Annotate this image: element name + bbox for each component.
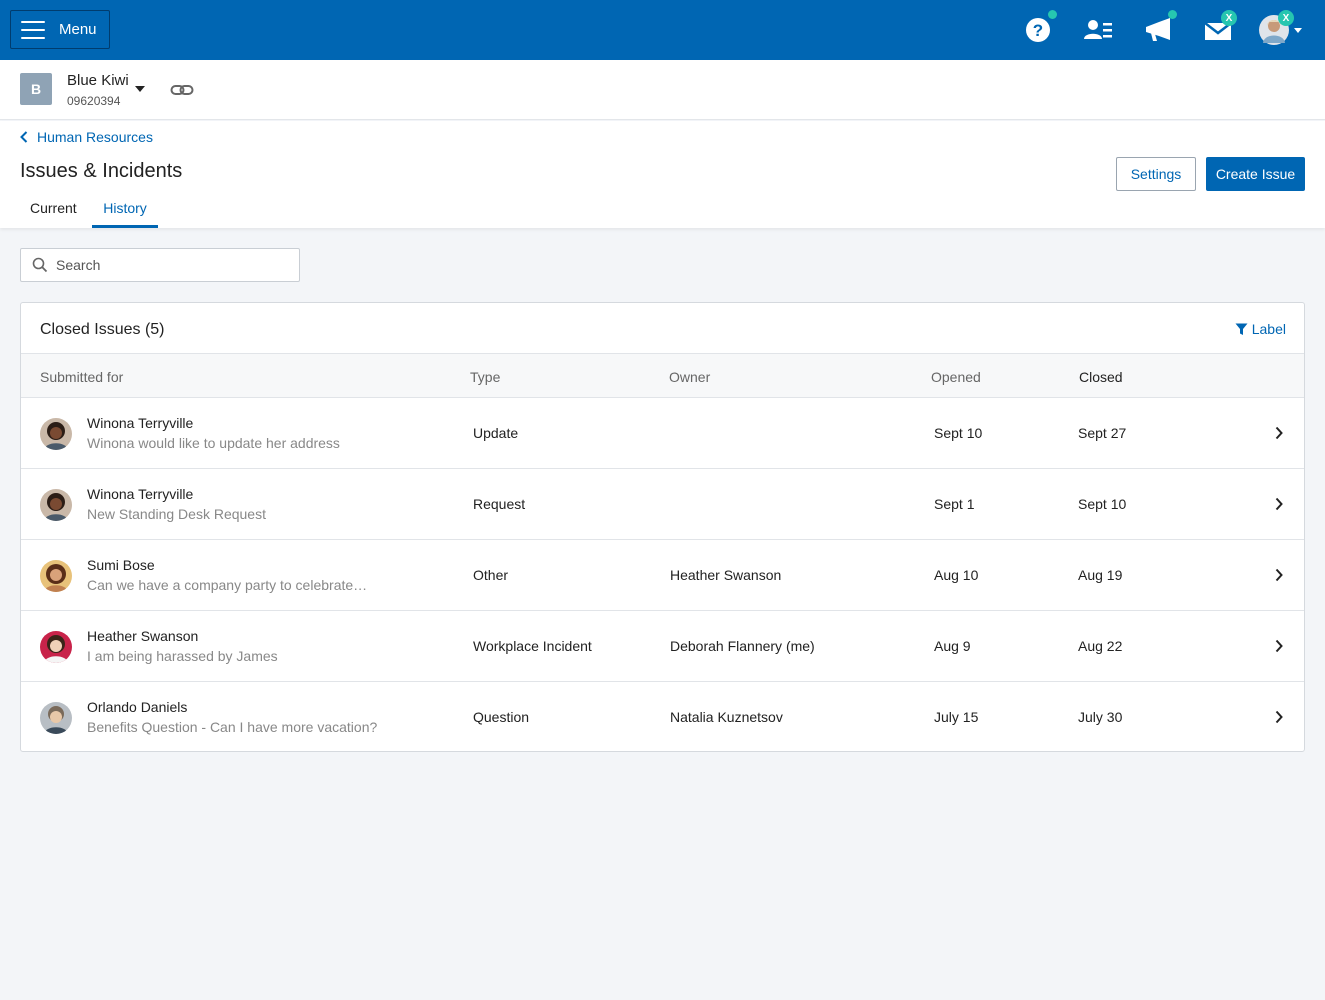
avatar xyxy=(40,418,72,450)
help-icon[interactable]: ? xyxy=(1022,10,1057,46)
chevron-right-icon[interactable] xyxy=(1275,568,1283,582)
chevron-right-icon[interactable] xyxy=(1275,710,1283,724)
top-nav-bar: Menu ? X X xyxy=(0,0,1325,60)
row-type: Question xyxy=(473,709,530,725)
table-header: Submitted for Type Owner Opened Closed xyxy=(21,353,1304,398)
avatar-badge: X xyxy=(1278,10,1294,26)
tab-current[interactable]: Current xyxy=(30,200,77,228)
row-description: I am being harassed by James xyxy=(87,648,278,664)
inbox-badge: X xyxy=(1221,10,1237,26)
row-name: Winona Terryville xyxy=(87,415,194,431)
avatar xyxy=(40,631,72,663)
row-name: Orlando Daniels xyxy=(87,699,188,715)
menu-label: Menu xyxy=(59,21,97,38)
filter-icon xyxy=(1235,323,1248,335)
avatar xyxy=(40,489,72,521)
page-header: Human Resources Issues & Incidents Curre… xyxy=(0,121,1325,228)
row-closed: Sept 27 xyxy=(1078,425,1127,441)
row-description: Winona would like to update her address xyxy=(87,435,340,451)
column-header-opened[interactable]: Opened xyxy=(931,369,981,385)
avatar xyxy=(40,560,72,592)
row-type: Request xyxy=(473,496,526,512)
row-description: New Standing Desk Request xyxy=(87,506,266,522)
row-description: Can we have a company party to celebrate… xyxy=(87,577,368,593)
closed-issues-card: Closed Issues (5) Label Submitted for Ty… xyxy=(20,302,1305,752)
column-header-owner[interactable]: Owner xyxy=(669,369,710,385)
avatar xyxy=(40,702,72,734)
row-opened: Sept 1 xyxy=(934,496,975,512)
svg-text:?: ? xyxy=(1033,21,1043,40)
search-box xyxy=(20,248,300,282)
row-opened: Sept 10 xyxy=(934,425,983,441)
row-type: Workplace Incident xyxy=(473,638,592,654)
label-filter-button[interactable]: Label xyxy=(1235,321,1286,337)
chevron-right-icon[interactable] xyxy=(1275,497,1283,511)
help-notification-dot xyxy=(1048,10,1057,19)
row-opened: Aug 9 xyxy=(934,638,971,654)
announcement-icon[interactable] xyxy=(1142,10,1177,46)
row-opened: July 15 xyxy=(934,709,979,725)
create-issue-button[interactable]: Create Issue xyxy=(1206,157,1305,191)
column-header-closed[interactable]: Closed xyxy=(1079,369,1123,385)
page-title: Issues & Incidents xyxy=(20,160,183,182)
inbox-icon[interactable]: X xyxy=(1202,10,1237,46)
table-row[interactable]: Winona Terryville Winona would like to u… xyxy=(21,398,1304,469)
settings-button[interactable]: Settings xyxy=(1116,157,1196,191)
company-dropdown-caret-icon[interactable] xyxy=(135,86,145,92)
chevron-right-icon[interactable] xyxy=(1275,426,1283,440)
card-title: Closed Issues (5) xyxy=(40,321,165,338)
row-name: Sumi Bose xyxy=(87,557,155,573)
row-closed: Aug 22 xyxy=(1078,638,1123,654)
row-opened: Aug 10 xyxy=(934,567,979,583)
table-row[interactable]: Orlando Daniels Benefits Question - Can … xyxy=(21,682,1304,753)
announcement-notification-dot xyxy=(1168,10,1177,19)
row-owner: Heather Swanson xyxy=(670,567,782,583)
row-owner: Natalia Kuznetsov xyxy=(670,709,783,725)
row-closed: July 30 xyxy=(1078,709,1123,725)
table-row[interactable]: Heather Swanson I am being harassed by J… xyxy=(21,611,1304,682)
row-name: Winona Terryville xyxy=(87,486,194,502)
column-header-type[interactable]: Type xyxy=(470,369,500,385)
menu-button[interactable]: Menu xyxy=(10,10,110,49)
table-row[interactable]: Winona Terryville New Standing Desk Requ… xyxy=(21,469,1304,540)
row-closed: Aug 19 xyxy=(1078,567,1123,583)
row-name: Heather Swanson xyxy=(87,628,199,644)
search-icon xyxy=(32,257,48,273)
hamburger-icon xyxy=(21,20,45,39)
chevron-right-icon[interactable] xyxy=(1275,639,1283,653)
breadcrumb-label: Human Resources xyxy=(37,129,153,145)
search-input[interactable] xyxy=(56,257,286,273)
company-bar: B Blue Kiwi 09620394 xyxy=(0,60,1325,120)
people-icon[interactable] xyxy=(1082,14,1114,46)
user-avatar[interactable]: X xyxy=(1258,10,1306,46)
column-header-submitted-for[interactable]: Submitted for xyxy=(40,369,123,385)
company-avatar: B xyxy=(20,73,52,105)
chevron-left-icon xyxy=(20,131,28,143)
row-type: Other xyxy=(473,567,509,583)
company-name[interactable]: Blue Kiwi xyxy=(67,72,129,89)
breadcrumb[interactable]: Human Resources xyxy=(20,129,153,145)
row-type: Update xyxy=(473,425,519,441)
label-filter-text: Label xyxy=(1251,321,1286,337)
tab-history[interactable]: History xyxy=(92,200,158,228)
row-description: Benefits Question - Can I have more vaca… xyxy=(87,719,378,735)
row-closed: Sept 10 xyxy=(1078,496,1127,512)
link-icon[interactable] xyxy=(170,80,194,100)
company-id: 09620394 xyxy=(67,94,121,108)
row-owner: Deborah Flannery (me) xyxy=(670,638,815,654)
table-row[interactable]: Sumi Bose Can we have a company party to… xyxy=(21,540,1304,611)
